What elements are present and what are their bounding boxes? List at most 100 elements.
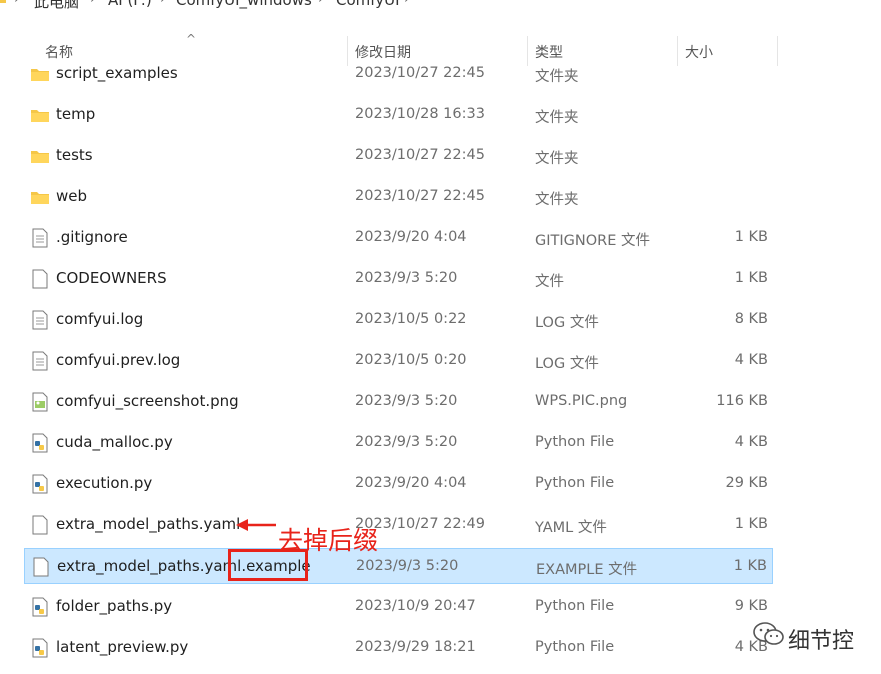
blank-file-icon <box>32 515 48 535</box>
file-date: 2023/10/5 0:20 <box>355 352 467 368</box>
file-date: 2023/10/28 16:33 <box>355 106 485 122</box>
file-date: 2023/9/20 4:04 <box>355 475 467 491</box>
chevron-right-icon[interactable]: › <box>404 0 410 7</box>
python-file-icon <box>32 638 48 658</box>
sort-ascending-icon: ^ <box>186 32 197 46</box>
file-size: 8 KB <box>734 311 768 327</box>
file-type: GITIGNORE 文件 <box>535 233 650 249</box>
file-name: comfyui_screenshot.png <box>56 392 239 410</box>
file-date: 2023/9/20 4:04 <box>355 229 467 245</box>
file-name: web <box>56 187 88 205</box>
file-row[interactable]: comfyui_screenshot.png 2023/9/3 5:20 WPS… <box>24 384 773 420</box>
file-row[interactable]: extra_model_paths.yaml 2023/10/27 22:49 … <box>24 507 773 543</box>
file-size: 1 KB <box>734 516 768 532</box>
file-date: 2023/9/3 5:20 <box>356 558 459 574</box>
file-date: 2023/10/27 22:45 <box>355 147 485 163</box>
file-name: temp <box>56 105 96 123</box>
file-type: 文件夹 <box>535 151 579 167</box>
file-name: .gitignore <box>56 228 128 246</box>
breadcrumb-item-this-pc[interactable]: 此电脑 <box>34 0 79 12</box>
file-name: folder_paths.py <box>56 597 173 615</box>
file-date: 2023/9/3 5:20 <box>355 434 458 450</box>
file-size: 116 KB <box>716 393 768 409</box>
file-row[interactable]: latent_preview.py 2023/9/29 18:21 Python… <box>24 630 773 666</box>
file-row[interactable]: tests 2023/10/27 22:45 文件夹 <box>24 138 773 174</box>
file-row[interactable]: temp 2023/10/28 16:33 文件夹 <box>24 97 773 133</box>
file-size: 4 KB <box>734 434 768 450</box>
file-type: Python File <box>535 475 615 491</box>
watermark-text: 细节控 <box>788 629 855 654</box>
wechat-logo-icon <box>753 622 784 645</box>
file-date: 2023/9/3 5:20 <box>355 393 458 409</box>
breadcrumb-item-comfyui-windows[interactable]: ComfyUI_windows <box>176 0 312 9</box>
python-file-icon <box>32 433 48 453</box>
file-name: comfyui.log <box>56 310 144 328</box>
file-size: 1 KB <box>734 270 768 286</box>
file-size: 29 KB <box>725 475 768 491</box>
file-name: execution.py <box>56 474 153 492</box>
file-row[interactable]: script_examples 2023/10/27 22:45 文件夹 <box>24 56 773 92</box>
file-name: tests <box>56 146 93 164</box>
file-type: 文件夹 <box>535 110 579 126</box>
image-file-icon <box>32 392 48 412</box>
file-row[interactable]: cuda_malloc.py 2023/9/3 5:20 Python File… <box>24 425 773 461</box>
file-type: EXAMPLE 文件 <box>536 562 638 578</box>
file-name: script_examples <box>56 64 178 82</box>
chevron-right-icon[interactable]: › <box>90 0 96 7</box>
chevron-right-icon[interactable]: › <box>318 0 324 7</box>
text-file-icon <box>32 351 48 371</box>
file-row[interactable]: comfyui.prev.log 2023/10/5 0:20 LOG 文件 4… <box>24 343 773 379</box>
file-type: YAML 文件 <box>535 520 607 536</box>
folder-icon <box>31 151 49 163</box>
file-size: 4 KB <box>734 352 768 368</box>
file-type: Python File <box>535 598 615 614</box>
annotation-highlight-box <box>228 549 308 581</box>
python-file-icon <box>32 474 48 494</box>
text-file-icon <box>32 310 48 330</box>
file-row[interactable]: .gitignore 2023/9/20 4:04 GITIGNORE 文件 1… <box>24 220 773 256</box>
file-date: 2023/9/3 5:20 <box>355 270 458 286</box>
file-type: 文件夹 <box>535 192 579 208</box>
file-name: cuda_malloc.py <box>56 433 173 451</box>
file-row[interactable]: comfyui.log 2023/10/5 0:22 LOG 文件 8 KB <box>24 302 773 338</box>
file-type: Python File <box>535 639 615 655</box>
file-type: 文件 <box>535 274 564 290</box>
column-divider[interactable] <box>777 36 778 66</box>
folder-icon <box>31 192 49 204</box>
file-name: CODEOWNERS <box>56 269 167 287</box>
file-name: latent_preview.py <box>56 638 189 656</box>
file-type: LOG 文件 <box>535 315 599 331</box>
file-date: 2023/10/27 22:45 <box>355 65 485 81</box>
file-date: 2023/9/29 18:21 <box>355 639 476 655</box>
folder-icon <box>31 110 49 122</box>
file-name: comfyui.prev.log <box>56 351 181 369</box>
file-name: extra_model_paths.yaml <box>56 515 241 533</box>
file-type: 文件夹 <box>535 69 579 85</box>
file-row[interactable]: CODEOWNERS 2023/9/3 5:20 文件 1 KB <box>24 261 773 297</box>
python-file-icon <box>32 597 48 617</box>
file-row[interactable]: execution.py 2023/9/20 4:04 Python File … <box>24 466 773 502</box>
folder-icon <box>31 69 49 81</box>
file-size: 1 KB <box>734 229 768 245</box>
breadcrumb-item-comfyui[interactable]: ComfyUI <box>336 0 400 9</box>
folder-icon <box>0 0 6 3</box>
file-type: Python File <box>535 434 615 450</box>
file-row[interactable]: web 2023/10/27 22:45 文件夹 <box>24 179 773 215</box>
breadcrumb-item-drive[interactable]: AI (F:) <box>108 0 152 9</box>
file-date: 2023/10/5 0:22 <box>355 311 467 327</box>
breadcrumb: › 此电脑 › AI (F:) › ComfyUI_windows › Comf… <box>0 0 881 11</box>
file-date: 2023/10/9 20:47 <box>355 598 476 614</box>
file-date: 2023/10/27 22:45 <box>355 188 485 204</box>
chevron-right-icon[interactable]: › <box>160 0 166 7</box>
text-file-icon <box>32 228 48 248</box>
annotation-arrow-icon <box>236 519 276 531</box>
file-size: 9 KB <box>734 598 768 614</box>
file-type: LOG 文件 <box>535 356 599 372</box>
chevron-right-icon[interactable]: › <box>14 0 20 7</box>
file-size: 1 KB <box>733 558 767 574</box>
file-type: WPS.PIC.png <box>535 393 628 409</box>
file-row[interactable]: folder_paths.py 2023/10/9 20:47 Python F… <box>24 589 773 625</box>
blank-file-icon <box>32 269 48 289</box>
file-row-selected[interactable]: extra_model_paths.yaml.example 2023/9/3 … <box>24 548 773 584</box>
blank-file-icon <box>33 557 49 577</box>
